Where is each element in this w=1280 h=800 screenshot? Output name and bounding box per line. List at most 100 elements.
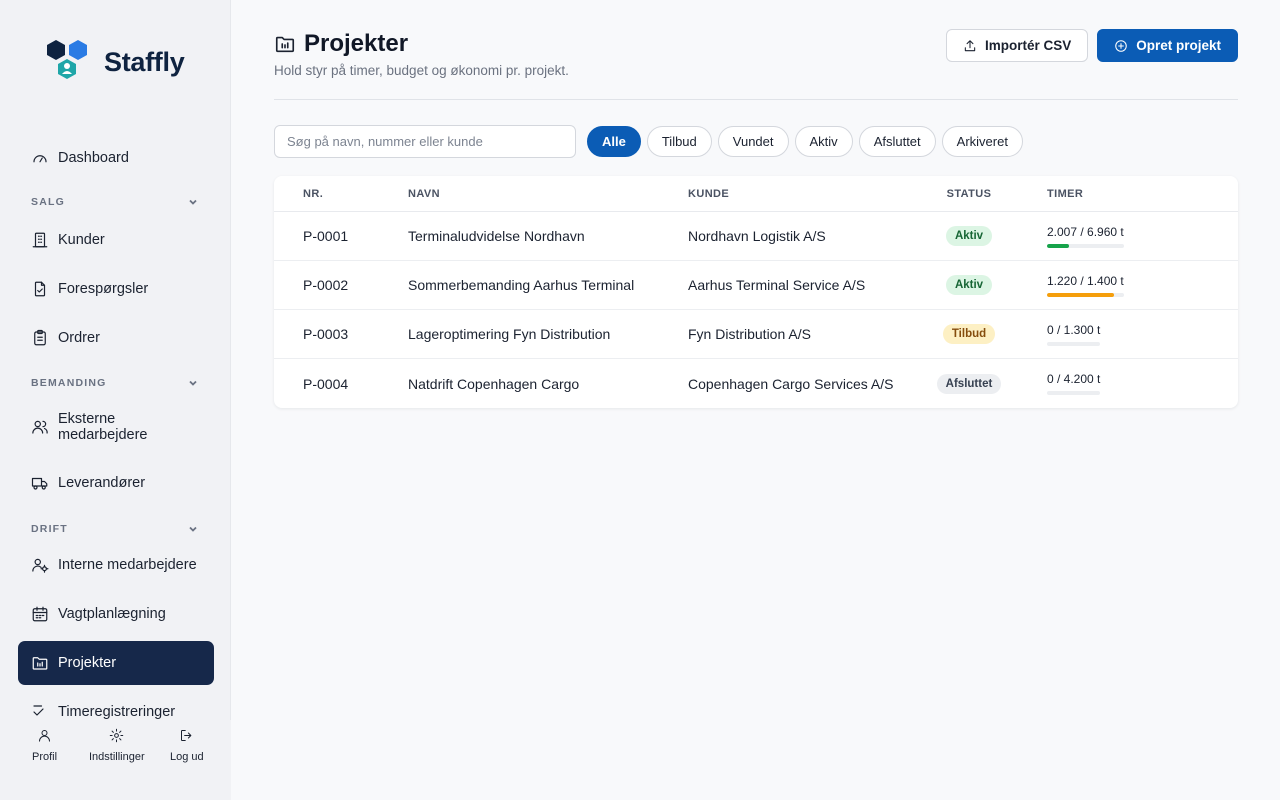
chevron-down-icon <box>189 526 197 532</box>
cell-timer: 1.220 / 1.400 t <box>1047 261 1124 309</box>
hours-progress-bar <box>1047 341 1100 346</box>
sidebar-footer: Profil Indstillinger Log ud <box>0 720 231 800</box>
request-document-icon <box>34 281 46 297</box>
sidebar-item-forespoergsler[interactable]: Forespørgsler <box>18 275 214 303</box>
column-header-timer[interactable]: TIMER <box>1047 176 1083 212</box>
cell-timer: 0 / 4.200 t <box>1047 359 1100 408</box>
folder-chart-icon <box>275 36 295 53</box>
cell-navn: Terminaludvidelse Nordhavn <box>408 228 585 244</box>
cell-kunde: Aarhus Terminal Service A/S <box>688 277 866 293</box>
filter-chip[interactable]: Alle <box>587 126 641 157</box>
table-row[interactable]: P-0004 Natdrift Copenhagen Cargo Copenhage… <box>274 359 1238 408</box>
filter-chip[interactable]: Afsluttet <box>858 126 936 157</box>
create-project-button[interactable]: Opret projekt <box>1097 29 1238 62</box>
app-logo[interactable]: Staffly <box>44 38 185 86</box>
logout-icon <box>181 730 192 741</box>
sidebar-item-projekter[interactable]: Projekter <box>18 641 214 685</box>
cell-nr: P-0004 <box>303 375 349 392</box>
main-content: Projekter Hold styr på timer, budget og … <box>274 0 1238 800</box>
sidebar-item-ordrer[interactable]: Ordrer <box>18 324 214 352</box>
table-row[interactable]: P-0001 Terminaludvidelse Nordhavn Nordhavn… <box>274 212 1238 261</box>
filter-chip[interactable]: Aktiv <box>794 126 853 157</box>
header-actions: Importér CSV Opret projekt <box>945 29 1238 62</box>
sidebar-item-interne-medarbejdere[interactable]: Interne medarbejdere <box>18 551 214 579</box>
status-filter-chips: Alle Tilbud Vundet Aktiv Afsluttet Arkiveret <box>587 126 1029 157</box>
section-label: DRIFT <box>31 523 68 535</box>
sidebar-item-label: Dashboard <box>58 150 129 166</box>
section-bemanding[interactable]: BEMANDING <box>31 377 199 389</box>
users-icon <box>32 420 48 434</box>
status-badge: Afsluttet <box>936 373 1002 394</box>
section-label: BEMANDING <box>31 377 107 389</box>
column-header-kunde[interactable]: KUNDE <box>688 176 729 212</box>
cell-status: Aktiv <box>914 212 1024 260</box>
user-settings-icon <box>32 558 49 573</box>
sidebar-nav[interactable]: Dashboard SALG Kunder Forespørgsler Ordr… <box>0 132 231 720</box>
folder-chart-icon <box>32 657 48 670</box>
cell-timer: 2.007 / 6.960 t <box>1047 212 1124 260</box>
page-subtitle: Hold styr på timer, budget og økonomi pr… <box>274 63 569 78</box>
sidebar-item-label: Ordrer <box>58 330 100 346</box>
gear-icon <box>110 728 124 743</box>
truck-icon <box>31 477 48 490</box>
staffly-logo-icon <box>47 40 87 79</box>
cell-kunde: Nordhavn Logistik A/S <box>688 228 826 244</box>
column-header-navn[interactable]: NAVN <box>408 176 440 212</box>
plus-circle-icon <box>1115 39 1128 52</box>
hours-progress-bar <box>1047 391 1100 395</box>
profile-label: Profil <box>32 751 58 763</box>
sidebar-item-leverandoerer[interactable]: Leverandører <box>18 469 214 497</box>
cell-nr: P-0001 <box>303 228 349 244</box>
filter-chip[interactable]: Tilbud <box>646 126 712 157</box>
section-salg[interactable]: SALG <box>31 196 199 208</box>
page-title: Projekter <box>304 30 409 57</box>
cell-kunde: Fyn Distribution A/S <box>688 326 811 342</box>
status-badge: Aktiv <box>945 275 993 295</box>
profile-button[interactable]: Profil <box>32 728 57 763</box>
app-name: Staffly <box>104 46 185 77</box>
logout-button[interactable]: Log ud <box>170 728 204 763</box>
column-header-status[interactable]: STATUS <box>914 176 1024 212</box>
hours-progress-fill <box>1047 243 1070 248</box>
sidebar-item-label: Interne medarbejdere <box>58 557 197 573</box>
sidebar-item-kunder[interactable]: Kunder <box>18 226 214 254</box>
search-input[interactable] <box>274 125 576 158</box>
table-row[interactable]: P-0002 Sommerbemanding Aarhus Terminal Aar… <box>274 261 1238 310</box>
sidebar-item-label: Kunder <box>58 232 105 248</box>
cell-navn: Natdrift Copenhagen Cargo <box>408 375 580 392</box>
table-header: NR. NAVN KUNDE STATUS TIMER <box>274 176 1238 212</box>
clipboard-icon <box>34 329 46 346</box>
hours-text: 2.007 / 6.960 t <box>1047 224 1124 239</box>
filter-bar: AlleTilbudVundetAktivAfsluttetArkiveret <box>274 125 1029 158</box>
settings-button[interactable]: Indstillinger <box>89 728 145 763</box>
sidebar-item-label: Timeregistreringer <box>58 704 176 720</box>
hours-text: 0 / 1.300 t <box>1047 322 1101 337</box>
calendar-icon <box>32 606 48 622</box>
sidebar-item-eksterne-medarbejdere[interactable]: Eksterne medarbejdere <box>18 410 214 444</box>
status-badge: Aktiv <box>945 226 993 246</box>
sidebar-item-label: Vagtplanlægning <box>58 606 166 622</box>
logout-label: Log ud <box>170 751 204 763</box>
section-drift[interactable]: DRIFT <box>31 523 199 535</box>
table-body: P-0001 Terminaludvidelse Nordhavn Nordhavn… <box>274 212 1238 408</box>
section-label: SALG <box>31 196 65 208</box>
hours-progress-bar <box>1047 292 1124 297</box>
status-badge: Tilbud <box>942 324 996 344</box>
hours-progress-bar <box>1047 243 1124 248</box>
chevron-down-icon <box>189 199 197 205</box>
sidebar-item-vagtplanlaegning[interactable]: Vagtplanlægning <box>18 600 214 628</box>
sidebar-item-dashboard[interactable]: Dashboard <box>18 144 214 172</box>
filter-chip[interactable]: Vundet <box>717 126 789 157</box>
column-header-nr[interactable]: NR. <box>303 176 323 212</box>
sidebar-item-label: Eksterne medarbejdere <box>58 411 148 443</box>
sidebar: Staffly Dashboard SALG Kunder Forespørgs… <box>0 0 231 800</box>
table-row[interactable]: P-0003 Lageroptimering Fyn Distribution Fy… <box>274 310 1238 359</box>
sidebar-item-timeregistreringer[interactable]: Timeregistreringer <box>18 698 214 720</box>
cell-navn: Sommerbemanding Aarhus Terminal <box>408 277 635 293</box>
filter-chip[interactable]: Arkiveret <box>941 126 1023 157</box>
checklist-icon <box>33 705 44 716</box>
upload-icon <box>964 39 976 51</box>
import-csv-label: Importér CSV <box>984 38 1072 53</box>
cell-status: Tilbud <box>914 310 1024 358</box>
import-csv-button[interactable]: Importér CSV <box>945 29 1089 62</box>
